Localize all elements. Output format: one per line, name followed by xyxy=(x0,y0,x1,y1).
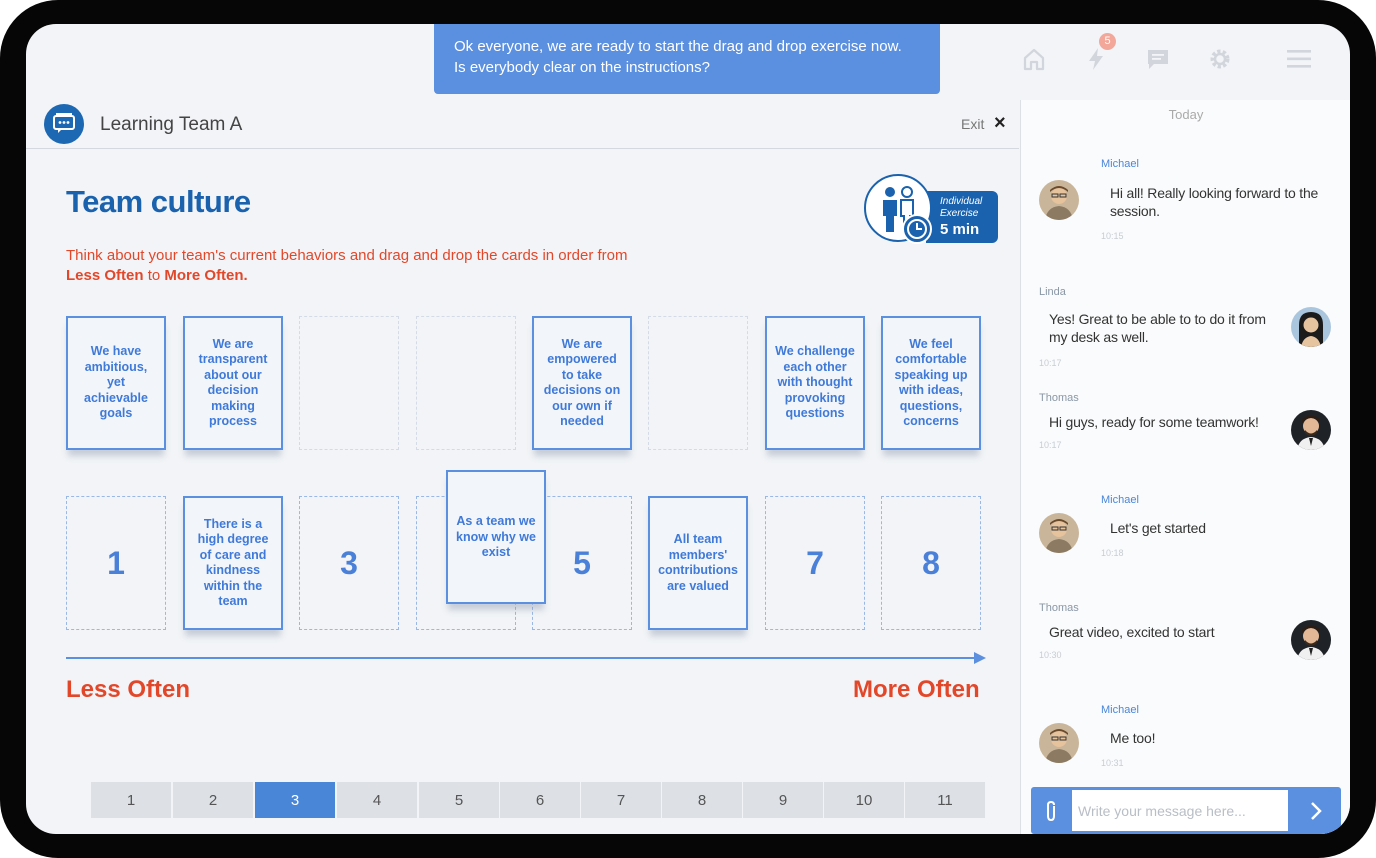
message-sender: Thomas xyxy=(1039,392,1079,404)
message-text: Me too! xyxy=(1110,730,1156,746)
exit-button[interactable]: Exit xyxy=(961,116,984,132)
chat-panel: Today Michael Hi all! Really looking for… xyxy=(1020,100,1350,834)
chat-day-label: Today xyxy=(1168,107,1204,122)
message-line: session. xyxy=(1110,203,1160,219)
avatar-thomas xyxy=(1291,620,1331,660)
page-button[interactable]: 6 xyxy=(500,782,580,818)
scale-arrowhead-icon xyxy=(974,652,986,664)
instruction-text: Think about your team's current behavior… xyxy=(66,247,628,264)
message-time: 10:17 xyxy=(1039,440,1062,450)
message-text: Hi guys, ready for some teamwork! xyxy=(1049,414,1259,430)
scale-less-often: Less Often xyxy=(66,676,191,703)
message-time: 10:15 xyxy=(1101,231,1124,241)
menu-icon[interactable] xyxy=(1284,44,1314,74)
drop-slot-number: 3 xyxy=(340,544,358,581)
page-button[interactable]: 4 xyxy=(337,782,417,818)
page-button[interactable]: 1 xyxy=(91,782,171,818)
page-button[interactable]: 9 xyxy=(743,782,823,818)
message-composer xyxy=(1031,787,1341,834)
scale-arrow-line xyxy=(66,657,976,659)
scale-more-often: More Often xyxy=(853,676,980,703)
page-button[interactable]: 11 xyxy=(905,782,985,818)
behavior-card[interactable]: We are transparent about our decision ma… xyxy=(183,316,283,450)
message-time: 10:31 xyxy=(1101,758,1124,768)
chat-icon[interactable] xyxy=(1143,44,1173,74)
drop-slot-number: 1 xyxy=(107,544,125,581)
session-header: Learning Team A Exit × xyxy=(26,100,1019,149)
exercise-type-line-1: Individual xyxy=(940,196,983,207)
message-text: Great video, excited to start xyxy=(1049,624,1215,640)
team-name: Learning Team A xyxy=(100,114,243,135)
behavior-card[interactable]: We are empowered to take decisions on ou… xyxy=(532,316,632,450)
send-chevron-icon[interactable] xyxy=(1291,787,1341,834)
message-line: my desk as well. xyxy=(1049,329,1149,345)
message-text: Hi all! Really looking forward to the ses… xyxy=(1110,184,1330,220)
placed-behavior-card[interactable]: There is a high degree of care and kindn… xyxy=(183,496,283,630)
close-icon[interactable]: × xyxy=(994,112,1006,135)
team-chat-logo-icon xyxy=(44,104,84,144)
drop-slot-number: 8 xyxy=(922,544,940,581)
avatar-michael xyxy=(1039,513,1079,553)
message-input[interactable] xyxy=(1072,790,1288,831)
message-text: Yes! Great to be able to to do it from my… xyxy=(1049,310,1279,346)
page-button[interactable]: 2 xyxy=(173,782,253,818)
instruction-to: to xyxy=(147,267,161,284)
message-sender: Thomas xyxy=(1039,602,1079,614)
behavior-card[interactable]: We have ambitious, yet achievable goals xyxy=(66,316,166,450)
avatar-linda xyxy=(1291,307,1331,347)
page-button[interactable]: 5 xyxy=(419,782,499,818)
exercise-duration-pill: Individual Exercise 5 min xyxy=(926,191,998,243)
drop-slot-number: 5 xyxy=(573,544,591,581)
empty-card-slot xyxy=(648,316,748,450)
message-time: 10:18 xyxy=(1101,548,1124,558)
lightning-icon[interactable]: 5 xyxy=(1081,33,1116,74)
drop-slot-number: 7 xyxy=(806,544,824,581)
message-line: Yes! Great to be able to to do it from xyxy=(1049,311,1266,327)
avatar-thomas xyxy=(1291,410,1331,450)
page-button[interactable]: 7 xyxy=(581,782,661,818)
placed-behavior-card[interactable]: All team members' contributions are valu… xyxy=(648,496,748,630)
message-time: 10:30 xyxy=(1039,650,1062,660)
message-line: Hi all! Really looking forward to the xyxy=(1110,185,1319,201)
avatar-michael xyxy=(1039,723,1079,763)
exercise-duration: 5 min xyxy=(940,221,980,238)
message-sender: Linda xyxy=(1039,286,1066,298)
gear-icon[interactable] xyxy=(1205,44,1235,74)
avatar-michael xyxy=(1039,180,1079,220)
message-text: Let's get started xyxy=(1110,520,1206,536)
message-sender: Michael xyxy=(1101,158,1139,170)
clock-icon xyxy=(902,214,932,244)
app-screen: Ok everyone, we are ready to start the d… xyxy=(26,24,1350,834)
instruction-more-often: More Often. xyxy=(164,267,248,284)
dragging-behavior-card[interactable]: As a team we know why we exist xyxy=(446,470,546,604)
empty-card-slot xyxy=(299,316,399,450)
home-icon[interactable] xyxy=(1019,44,1049,74)
behavior-card[interactable]: We feel comfortable speaking up with ide… xyxy=(881,316,981,450)
message-time: 10:17 xyxy=(1039,358,1062,368)
behavior-card[interactable]: We challenge each other with thought pro… xyxy=(765,316,865,450)
exercise-instructions: Think about your team's current behavior… xyxy=(66,246,666,286)
message-sender: Michael xyxy=(1101,704,1139,716)
facilitator-message-banner: Ok everyone, we are ready to start the d… xyxy=(434,24,940,94)
notification-badge: 5 xyxy=(1099,33,1116,50)
banner-line-1: Ok everyone, we are ready to start the d… xyxy=(454,38,902,55)
empty-card-slot xyxy=(416,316,516,450)
attachment-icon[interactable] xyxy=(1031,787,1071,834)
page-button[interactable]: 10 xyxy=(824,782,904,818)
exercise-type-badge: Individual Exercise 5 min xyxy=(864,174,998,246)
page-button-active[interactable]: 3 xyxy=(255,782,335,818)
message-sender: Michael xyxy=(1101,494,1139,506)
exercise-title: Team culture xyxy=(66,184,251,219)
instruction-less-often: Less Often xyxy=(66,267,144,284)
page-button[interactable]: 8 xyxy=(662,782,742,818)
exercise-type-line-2: Exercise xyxy=(940,208,979,219)
banner-line-2: Is everybody clear on the instructions? xyxy=(454,59,710,76)
